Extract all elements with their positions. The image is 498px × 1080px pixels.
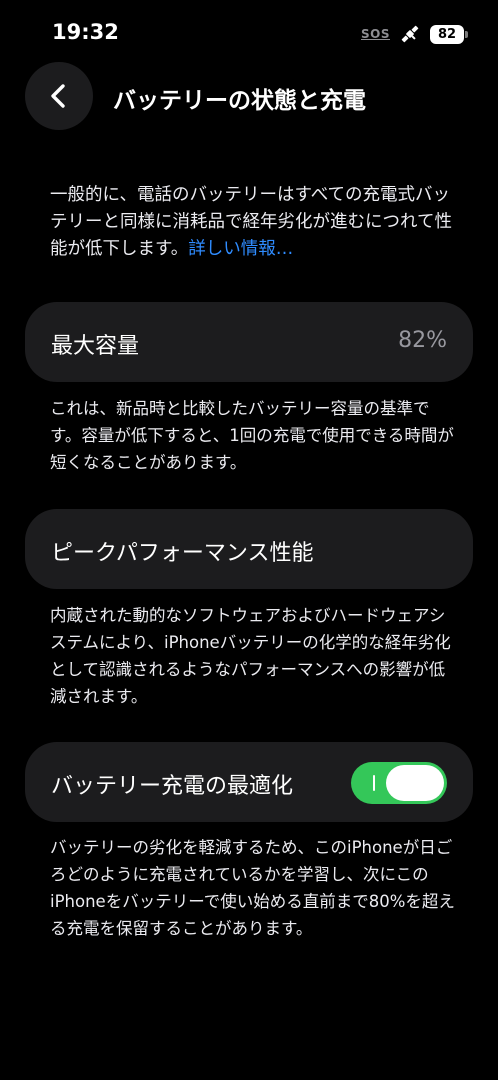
learn-more-link[interactable]: 詳しい情報… xyxy=(188,239,293,259)
status-time: 19:32 xyxy=(52,20,119,44)
status-indicators: SOS 82 xyxy=(361,22,468,46)
peak-performance-cell: ピークパフォーマンス性能 xyxy=(25,509,473,589)
page-title: バッテリーの状態と充電 xyxy=(113,88,366,114)
satellite-icon xyxy=(401,25,419,43)
optimized-charging-toggle[interactable] xyxy=(351,762,447,804)
status-bar: 19:32 SOS 82 xyxy=(0,0,498,60)
optimized-charging-label: バッテリー充電の最適化 xyxy=(51,774,294,799)
chevron-left-icon xyxy=(51,84,65,108)
battery-level: 82 xyxy=(430,24,464,44)
sos-indicator: SOS xyxy=(361,27,390,41)
peak-performance-footer: 内蔵された動的なソフトウェアおよびハードウェアシステムにより、iPhoneバッテ… xyxy=(50,606,451,706)
toggle-knob[interactable] xyxy=(386,765,444,801)
navigation-bar: バッテリーの状態と充電 xyxy=(0,62,498,130)
back-button[interactable] xyxy=(25,62,93,130)
battery-nub xyxy=(465,30,468,38)
max-capacity-cell: 最大容量 82% xyxy=(25,302,473,382)
battery-icon: 82 xyxy=(430,24,468,44)
toggle-on-indicator xyxy=(373,775,375,791)
max-capacity-footer: これは、新品時と比較したバッテリー容量の基準です。容量が低下すると、1回の充電で… xyxy=(50,399,454,472)
max-capacity-value: 82% xyxy=(398,328,447,353)
intro-description: 一般的に、電話のバッテリーはすべての充電式バッテリーと同様に消耗品で経年劣化が進… xyxy=(50,182,460,263)
optimized-charging-footer: バッテリーの劣化を軽減するため、このiPhoneが日ごろどのように充電されている… xyxy=(50,838,455,938)
peak-performance-label: ピークパフォーマンス性能 xyxy=(51,541,314,566)
optimized-charging-cell: バッテリー充電の最適化 xyxy=(25,742,473,822)
max-capacity-label: 最大容量 xyxy=(51,334,140,359)
